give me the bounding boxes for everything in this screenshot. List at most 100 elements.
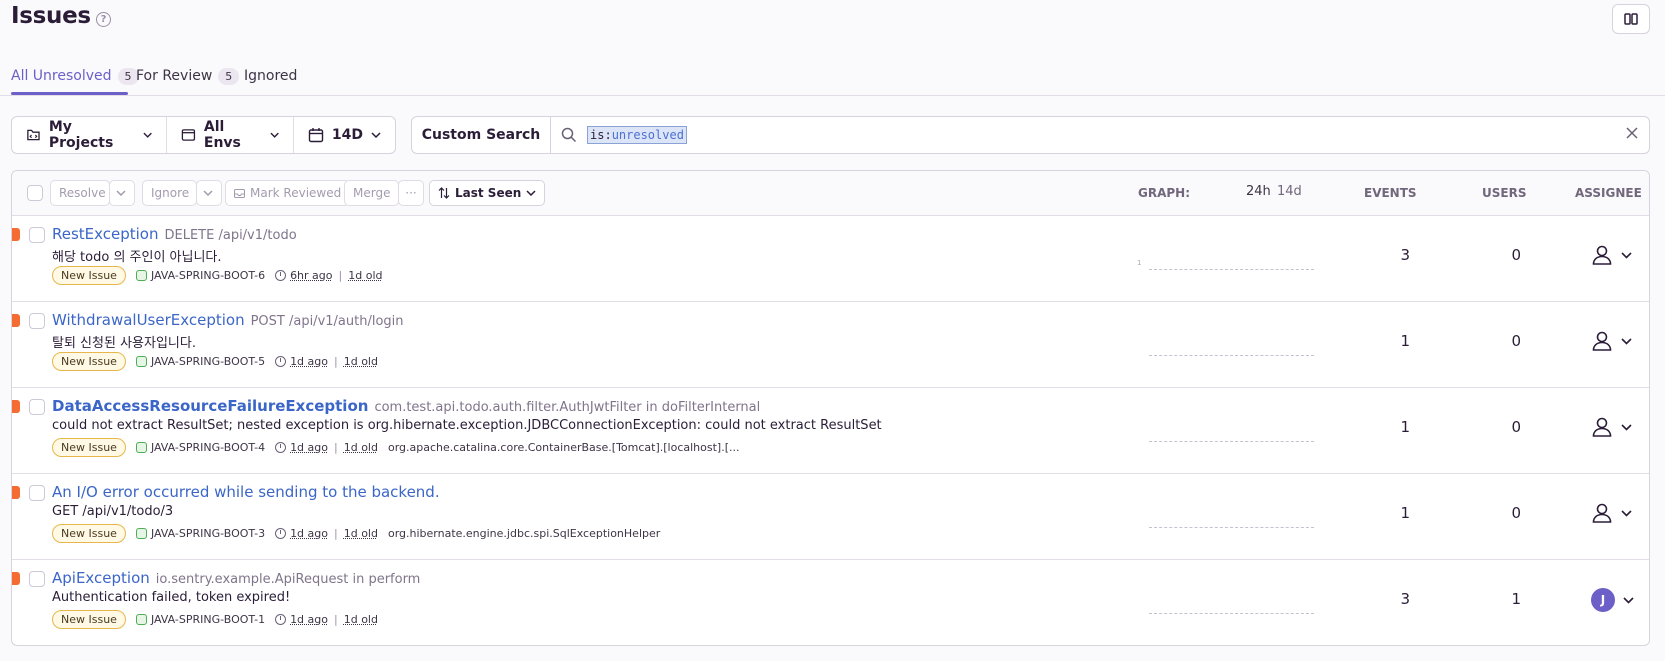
- toggle-panel-button[interactable]: [1612, 4, 1650, 34]
- assignee-selector[interactable]: [1591, 330, 1632, 352]
- level-indicator: [12, 572, 20, 585]
- level-indicator: [12, 486, 20, 499]
- issue-title-link[interactable]: RestException DELETE /api/v1/todo: [52, 225, 297, 243]
- issue-meta: New Issue JAVA-SPRING-BOOT-1 1d ago | 1d o…: [52, 610, 378, 629]
- user-icon: [1592, 503, 1612, 523]
- tab-all-unresolved[interactable]: All Unresolved 5: [11, 64, 139, 88]
- merge-button[interactable]: Merge: [344, 180, 400, 206]
- period-24h-toggle[interactable]: 24h: [1246, 184, 1271, 199]
- users-header[interactable]: USERS: [1482, 186, 1526, 200]
- environment-filter[interactable]: All Envs: [167, 117, 294, 153]
- issue-culprit: DELETE /api/v1/todo: [164, 228, 297, 243]
- project-filter-label: My Projects: [48, 119, 114, 151]
- resolve-dropdown[interactable]: [109, 180, 135, 206]
- custom-search-button[interactable]: Custom Search: [412, 117, 551, 153]
- search-query-token[interactable]: is:unresolved: [587, 126, 687, 144]
- more-actions-button[interactable]: ···: [398, 180, 424, 206]
- table-row[interactable]: An I/O error occurred while sending to t…: [12, 474, 1649, 560]
- date-range-filter[interactable]: 14D: [294, 117, 395, 153]
- row-checkbox[interactable]: [29, 399, 45, 415]
- issue-title: WithdrawalUserException: [52, 311, 245, 329]
- help-icon[interactable]: ?: [96, 12, 111, 27]
- assignee-selector[interactable]: [1591, 244, 1632, 266]
- issue-title-link[interactable]: WithdrawalUserException POST /api/v1/auth…: [52, 311, 404, 329]
- short-id: JAVA-SPRING-BOOT-4: [150, 441, 266, 454]
- graph-max-label: 1: [1137, 259, 1142, 267]
- last-seen: 1d ago: [290, 355, 328, 368]
- last-seen: 1d ago: [290, 613, 328, 626]
- tab-for-review[interactable]: For Review 5: [136, 64, 240, 88]
- level-indicator: [12, 314, 20, 327]
- row-checkbox[interactable]: [29, 485, 45, 501]
- last-seen: 6hr ago: [290, 269, 333, 282]
- project-link[interactable]: JAVA-SPRING-BOOT-3: [135, 527, 266, 540]
- resolve-button[interactable]: Resolve: [50, 180, 110, 206]
- user-count: 1: [1511, 590, 1521, 608]
- sort-icon: [438, 187, 450, 199]
- issue-culprit: POST /api/v1/auth/login: [250, 314, 404, 329]
- level-indicator: [12, 228, 20, 241]
- assignee-selector[interactable]: J: [1591, 588, 1634, 612]
- issue-tabs: All Unresolved 5 For Review 5 Ignored: [0, 58, 1665, 96]
- sort-button[interactable]: Last Seen: [429, 180, 546, 206]
- new-issue-badge: New Issue: [52, 266, 126, 285]
- table-row[interactable]: DataAccessResourceFailureException com.te…: [12, 388, 1649, 474]
- sort-label: Last Seen: [455, 186, 522, 200]
- event-sparkline: [1149, 612, 1314, 614]
- first-seen: 1d old: [343, 355, 378, 368]
- project-link[interactable]: JAVA-SPRING-BOOT-1: [135, 613, 265, 626]
- issue-title: ApiException: [52, 569, 150, 587]
- row-checkbox[interactable]: [29, 313, 45, 329]
- issue-times: 1d ago | 1d old: [275, 355, 378, 368]
- event-sparkline: [1149, 268, 1314, 270]
- period-14d-toggle[interactable]: 14d: [1277, 184, 1302, 199]
- event-count: 3: [1400, 246, 1410, 264]
- ignore-dropdown[interactable]: [196, 180, 222, 206]
- issue-location: org.apache.catalina.core.ContainerBase.[…: [387, 441, 740, 454]
- issue-title-link[interactable]: An I/O error occurred while sending to t…: [52, 483, 440, 501]
- token-key: is:: [590, 128, 612, 142]
- tab-label: For Review: [136, 68, 213, 84]
- project-link[interactable]: JAVA-SPRING-BOOT-6: [135, 269, 265, 282]
- tab-ignored[interactable]: Ignored: [244, 64, 297, 88]
- row-checkbox[interactable]: [29, 227, 45, 243]
- ignore-button[interactable]: Ignore: [142, 180, 197, 206]
- chevron-down-icon: [203, 190, 213, 196]
- chevron-down-icon: [1621, 251, 1632, 259]
- clock-icon: [275, 356, 287, 367]
- project-filter[interactable]: My Projects: [12, 117, 168, 153]
- table-row[interactable]: WithdrawalUserException POST /api/v1/auth…: [12, 302, 1649, 388]
- close-icon[interactable]: [1625, 126, 1639, 140]
- table-row[interactable]: ApiException io.sentry.example.ApiRequest…: [12, 560, 1649, 645]
- assignee-selector[interactable]: [1591, 502, 1632, 524]
- issue-meta: New Issue JAVA-SPRING-BOOT-5 1d ago | 1d o…: [52, 352, 378, 371]
- token-value: unresolved: [611, 128, 684, 142]
- events-header[interactable]: EVENTS: [1364, 186, 1417, 200]
- project-link[interactable]: JAVA-SPRING-BOOT-4: [135, 441, 266, 454]
- issue-message: 탈퇴 신청된 사용자입니다.: [52, 336, 196, 351]
- project-platform-icon: [135, 528, 147, 539]
- issue-message: could not extract ResultSet; nested exce…: [52, 418, 882, 433]
- window-icon: [181, 129, 196, 141]
- tab-count: 5: [218, 67, 240, 85]
- search-input[interactable]: is:unresolved: [551, 117, 1649, 153]
- project-link[interactable]: JAVA-SPRING-BOOT-5: [135, 355, 265, 368]
- issue-culprit: com.test.api.todo.auth.filter.AuthJwtFil…: [374, 400, 761, 415]
- issue-times: 1d ago | 1d old: [275, 441, 378, 454]
- chevron-down-icon: [1623, 596, 1634, 604]
- issue-title-link[interactable]: ApiException io.sentry.example.ApiRequest…: [52, 569, 420, 587]
- user-icon: [1592, 331, 1612, 351]
- chevron-down-icon: [1621, 509, 1632, 517]
- user-count: 0: [1511, 246, 1521, 264]
- select-all-checkbox[interactable]: [27, 185, 43, 201]
- mark-reviewed-button[interactable]: Mark Reviewed: [225, 180, 351, 206]
- table-row[interactable]: RestException DELETE /api/v1/todo 해당 todo…: [12, 216, 1649, 302]
- project-platform-icon: [135, 614, 147, 625]
- project-platform-icon: [135, 270, 147, 281]
- chevron-down-icon: [143, 132, 152, 138]
- issue-times: 6hr ago | 1d old: [275, 269, 382, 282]
- issue-title-link[interactable]: DataAccessResourceFailureException com.te…: [52, 397, 760, 415]
- assignee-selector[interactable]: [1591, 416, 1632, 438]
- short-id: JAVA-SPRING-BOOT-3: [150, 527, 266, 540]
- row-checkbox[interactable]: [29, 571, 45, 587]
